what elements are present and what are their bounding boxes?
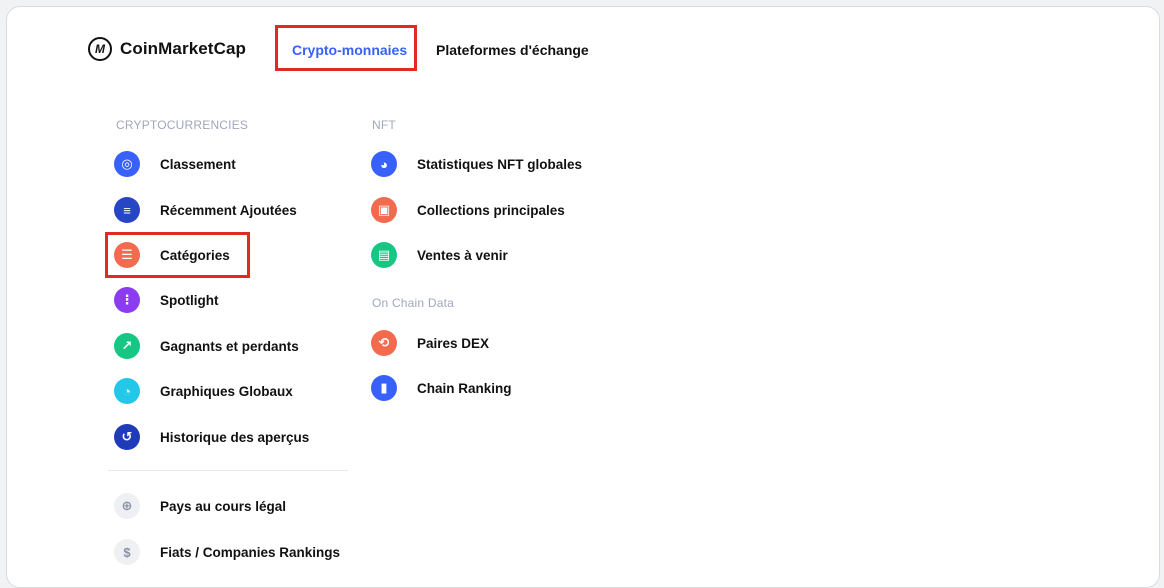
menu-item-recemment-ajoutees[interactable]: ≡ Récemment Ajoutées bbox=[114, 195, 297, 225]
pie-chart-icon: ◕ bbox=[371, 151, 397, 177]
brand-name: CoinMarketCap bbox=[120, 39, 246, 58]
menu-item-label: Catégories bbox=[160, 247, 230, 263]
menu-item-gagnants-perdants[interactable]: ↗ Gagnants et perdants bbox=[114, 331, 299, 361]
menu-item-label: Statistiques NFT globales bbox=[417, 156, 583, 172]
menu-item-label: Paires DEX bbox=[417, 335, 490, 351]
trend-up-icon: ↗ bbox=[114, 333, 140, 359]
menu-item-categories[interactable]: ☰ Catégories bbox=[105, 232, 250, 278]
tab-plateformes-echange[interactable]: Plateformes d'échange bbox=[436, 42, 589, 58]
menu-item-label: Fiats / Companies Rankings bbox=[160, 544, 341, 560]
image-icon: ▣ bbox=[371, 197, 397, 223]
menu-item-label: Collections principales bbox=[417, 202, 565, 218]
menu-item-historique-apercus[interactable]: ↺ Historique des aperçus bbox=[114, 422, 309, 452]
menu-item-paires-dex[interactable]: ⟲ Paires DEX bbox=[371, 328, 489, 358]
menu-item-spotlight[interactable]: ⋮ Spotlight bbox=[114, 285, 218, 315]
coinmarketcap-icon: ◎ bbox=[114, 151, 140, 177]
crypto-dropdown-menu: CRYPTOCURRENCIES ◎ Classement ≡ Récemmen… bbox=[74, 86, 609, 572]
history-icon: ↺ bbox=[114, 424, 140, 450]
grid-icon: ⋮ bbox=[114, 287, 140, 313]
list-icon: ☰ bbox=[114, 242, 140, 268]
globe-icon: ⊕ bbox=[114, 493, 140, 519]
menu-item-label: Pays au cours légal bbox=[160, 498, 287, 514]
menu-item-label: Ventes à venir bbox=[417, 247, 508, 263]
menu-item-label: Récemment Ajoutées bbox=[160, 202, 297, 218]
menu-item-label: Classement bbox=[160, 156, 236, 172]
section-heading-nft: NFT bbox=[372, 118, 396, 132]
menu-item-pays-cours-legal[interactable]: ⊕ Pays au cours légal bbox=[114, 491, 286, 521]
calendar-icon: ▤ bbox=[371, 242, 397, 268]
section-heading-cryptocurrencies: CRYPTOCURRENCIES bbox=[116, 118, 249, 132]
dollar-icon: $ bbox=[114, 539, 140, 565]
menu-item-graphiques-globaux[interactable]: ◔ Graphiques Globaux bbox=[114, 376, 293, 406]
top-navigation: M CoinMarketCap Crypto-monnaies Platefor… bbox=[74, 25, 609, 82]
menu-item-chain-ranking[interactable]: ▮ Chain Ranking bbox=[371, 373, 512, 403]
menu-item-label: Chain Ranking bbox=[417, 380, 512, 396]
brand-logo[interactable]: M CoinMarketCap bbox=[88, 37, 246, 61]
menu-item-label: Gagnants et perdants bbox=[160, 338, 299, 354]
swap-icon: ⟲ bbox=[371, 330, 397, 356]
menu-item-fiats-rankings[interactable]: $ Fiats / Companies Rankings bbox=[114, 537, 340, 567]
list-add-icon: ≡ bbox=[114, 197, 140, 223]
menu-item-label: Graphiques Globaux bbox=[160, 383, 293, 399]
menu-item-classement[interactable]: ◎ Classement bbox=[114, 149, 236, 179]
coinmarketcap-logo-icon: M bbox=[88, 37, 112, 61]
menu-item-label: Historique des aperçus bbox=[160, 429, 310, 445]
tab-crypto-monnaies[interactable]: Crypto-monnaies bbox=[292, 42, 407, 58]
menu-item-collections-principales[interactable]: ▣ Collections principales bbox=[371, 195, 565, 225]
section-heading-on-chain-data: On Chain Data bbox=[372, 296, 454, 310]
pie-chart-icon: ◔ bbox=[114, 378, 140, 404]
bar-chart-icon: ▮ bbox=[371, 375, 397, 401]
menu-item-statistiques-nft[interactable]: ◕ Statistiques NFT globales bbox=[371, 149, 582, 179]
menu-item-ventes-a-venir[interactable]: ▤ Ventes à venir bbox=[371, 240, 508, 270]
menu-item-label: Spotlight bbox=[160, 292, 219, 308]
menu-divider bbox=[108, 470, 348, 471]
